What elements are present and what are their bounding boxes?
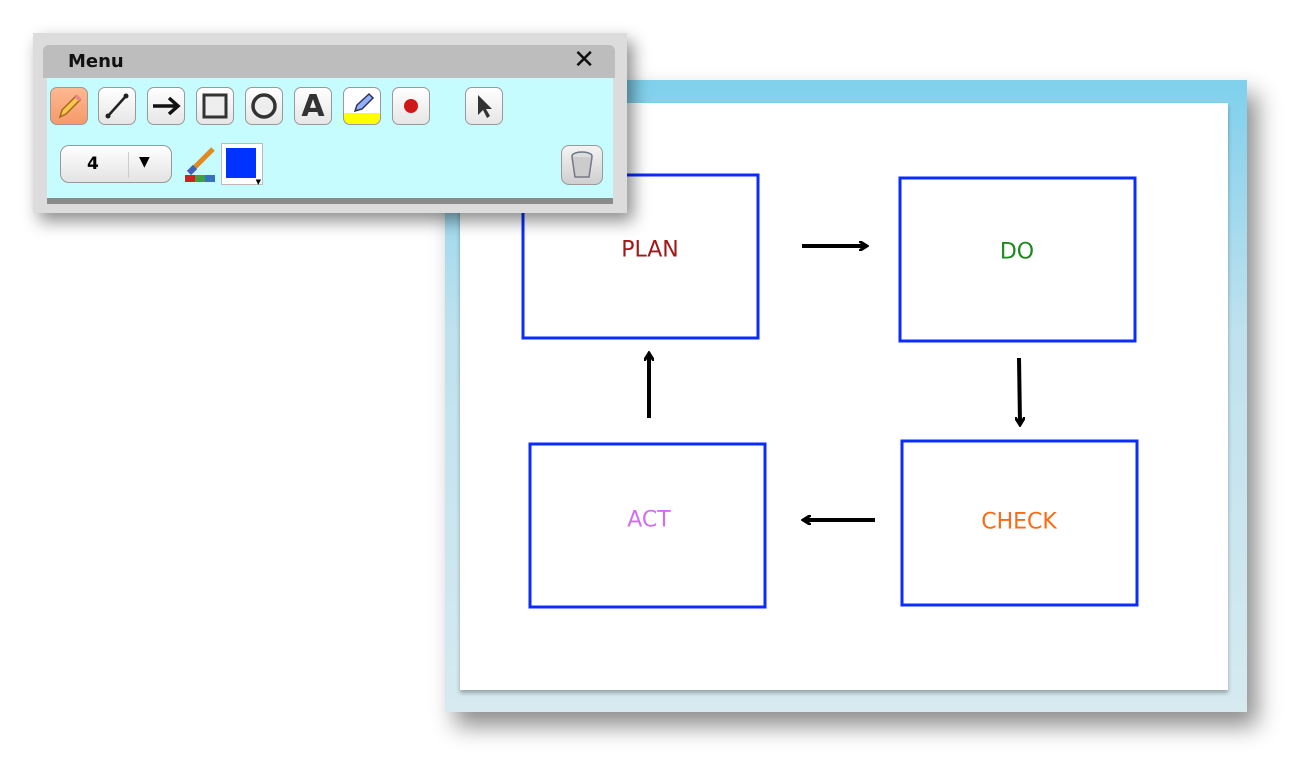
- current-color: [226, 148, 256, 178]
- line-width-value: 4: [87, 154, 99, 174]
- chevron-down-icon: ▼: [255, 178, 261, 186]
- pencil-tool-button[interactable]: [50, 87, 88, 125]
- pencil-icon: [58, 94, 82, 119]
- arrow-do-to-check[interactable]: [1019, 357, 1020, 423]
- color-picker[interactable]: ▼: [221, 143, 263, 186]
- rectangle-icon: [202, 93, 228, 119]
- tool-panel: A 4 ▼ ▼: [47, 78, 613, 204]
- chevron-down-icon: ▼: [139, 154, 150, 170]
- arrow-tool-button[interactable]: [147, 87, 185, 125]
- do-label: DO: [999, 239, 1035, 265]
- line-width-dropdown[interactable]: 4 ▼: [60, 145, 172, 183]
- text-icon: A: [301, 88, 325, 124]
- record-icon: [404, 99, 418, 113]
- text-tool-button[interactable]: A: [294, 87, 332, 125]
- arrow-icon: [153, 96, 181, 116]
- plan-label: PLAN: [621, 237, 679, 263]
- line-icon: [105, 93, 129, 119]
- paint-brush-icon[interactable]: [183, 145, 219, 183]
- clear-button[interactable]: [561, 145, 603, 185]
- act-label: ACT: [627, 507, 671, 533]
- ellipse-icon: [251, 93, 277, 119]
- select-tool-button[interactable]: [465, 87, 503, 125]
- highlighter-tool-button[interactable]: [343, 87, 381, 125]
- highlighter-icon: [353, 92, 375, 113]
- check-label: CHECK: [981, 509, 1057, 535]
- menu-title: Menu: [68, 51, 124, 72]
- menu-header[interactable]: Menu ✕: [43, 45, 615, 78]
- trash-icon: [571, 151, 593, 178]
- record-tool-button[interactable]: [392, 87, 430, 125]
- rectangle-tool-button[interactable]: [196, 87, 234, 125]
- tool-menu: Menu ✕ A 4 ▼ ▼: [33, 33, 627, 213]
- close-icon[interactable]: ✕: [573, 45, 595, 75]
- line-tool-button[interactable]: [98, 87, 136, 125]
- cursor-icon: [478, 95, 492, 118]
- dropdown-divider: [128, 152, 129, 178]
- ellipse-tool-button[interactable]: [245, 87, 283, 125]
